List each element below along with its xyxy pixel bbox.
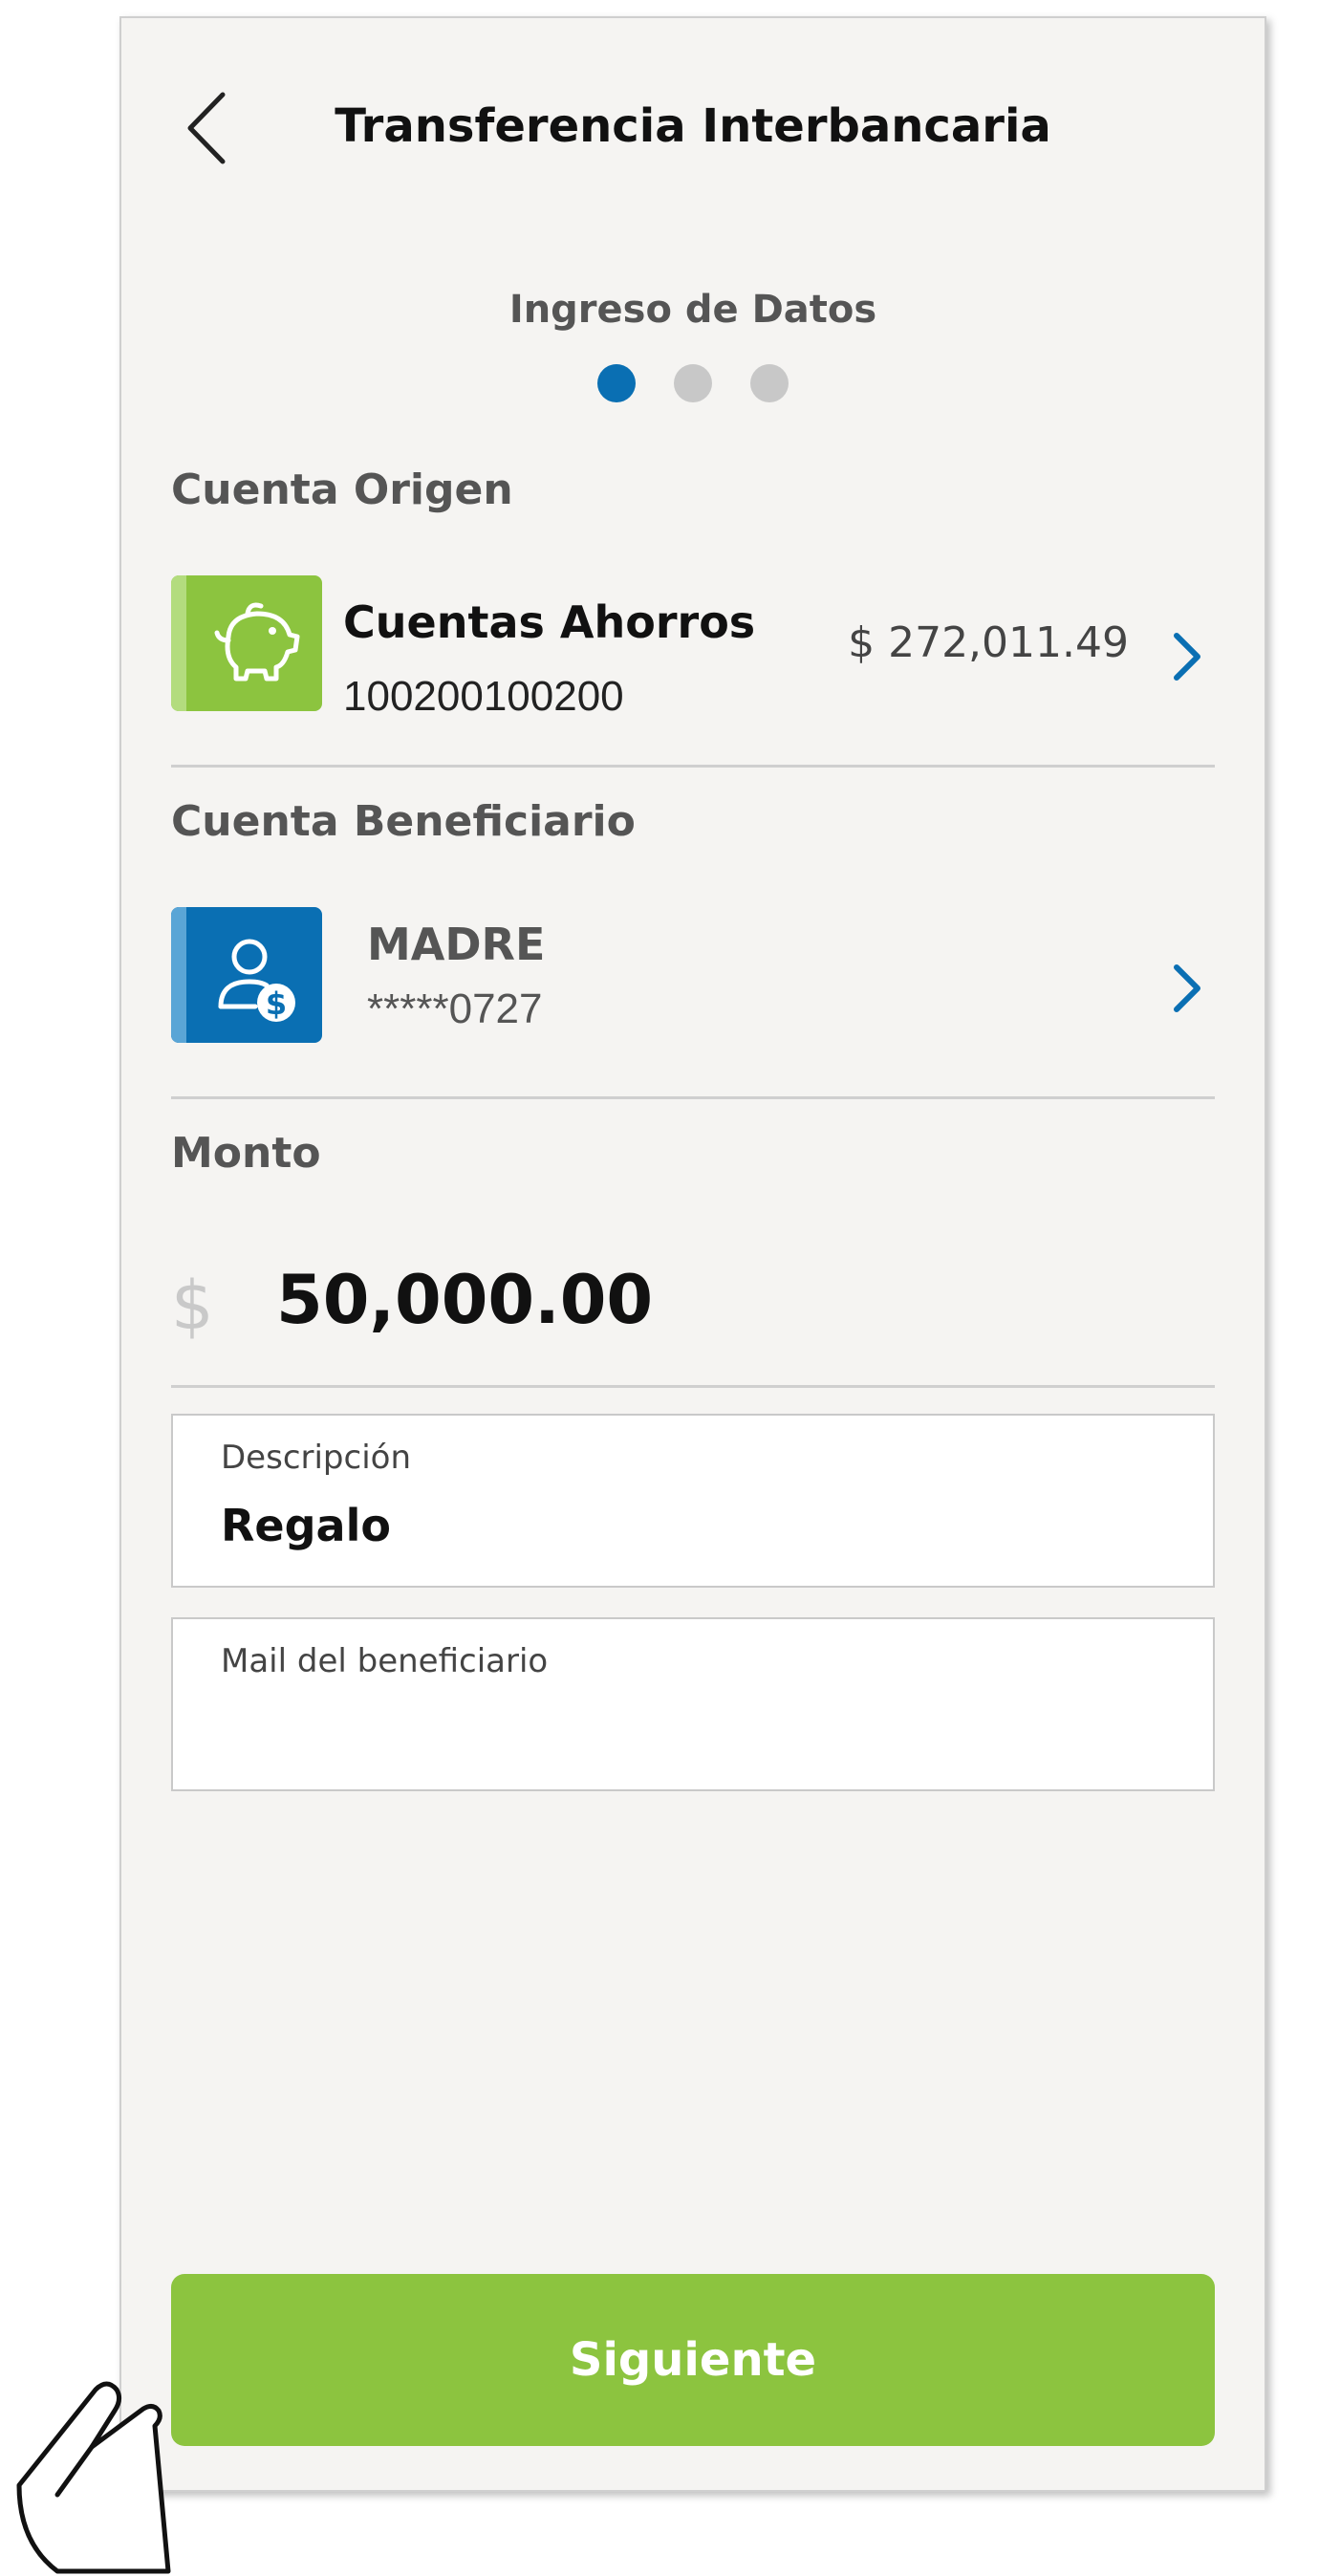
- beneficiary-account-number: *****0727: [367, 985, 543, 1032]
- amount-input[interactable]: $ 50,000.00: [171, 1261, 1215, 1356]
- step-indicator: [121, 364, 1265, 402]
- origin-account-icon: [171, 575, 322, 711]
- page-title: Transferencia Interbancaria: [335, 99, 1051, 153]
- divider: [171, 765, 1215, 768]
- beneficiary-account-selector[interactable]: $ MADRE *****0727: [171, 907, 1215, 1050]
- origin-account-name: Cuentas Ahorros: [343, 596, 756, 648]
- origin-section-label: Cuenta Origen: [171, 465, 513, 514]
- beneficiary-name: MADRE: [367, 919, 546, 970]
- hand-pointer-icon: [16, 2381, 171, 2574]
- beneficiary-section-label: Cuenta Beneficiario: [171, 797, 636, 846]
- app-screen: Transferencia Interbancaria Ingreso de D…: [119, 16, 1266, 2492]
- currency-symbol: $: [171, 1266, 214, 1345]
- origin-account-number: 100200100200: [343, 673, 624, 720]
- next-button[interactable]: Siguiente: [171, 2274, 1215, 2446]
- piggy-bank-icon: [214, 602, 300, 682]
- chevron-right-icon: [1174, 633, 1200, 681]
- description-label: Descripción: [221, 1439, 412, 1477]
- amount-section-label: Monto: [171, 1129, 321, 1178]
- beneficiary-email-field[interactable]: Mail del beneficiario: [171, 1617, 1215, 1791]
- header: Transferencia Interbancaria: [121, 18, 1265, 209]
- origin-account-balance: $ 272,011.49: [848, 618, 1129, 667]
- beneficiary-email-label: Mail del beneficiario: [221, 1642, 549, 1680]
- description-value[interactable]: Regalo: [221, 1500, 1081, 1551]
- divider: [171, 1385, 1215, 1388]
- step-dot-3: [750, 364, 789, 402]
- amount-value: 50,000.00: [276, 1261, 654, 1339]
- chevron-right-icon: [1174, 964, 1200, 1012]
- origin-account-selector[interactable]: Cuentas Ahorros 100200100200 $ 272,011.4…: [171, 575, 1215, 720]
- step-dot-2: [674, 364, 712, 402]
- step-dot-1: [597, 364, 636, 402]
- beneficiary-account-icon: $: [171, 907, 322, 1043]
- divider: [171, 1096, 1215, 1099]
- user-money-icon: $: [218, 939, 295, 1022]
- svg-text:$: $: [266, 985, 287, 1022]
- description-field[interactable]: Descripción Regalo: [171, 1414, 1215, 1588]
- step-label: Ingreso de Datos: [508, 288, 877, 332]
